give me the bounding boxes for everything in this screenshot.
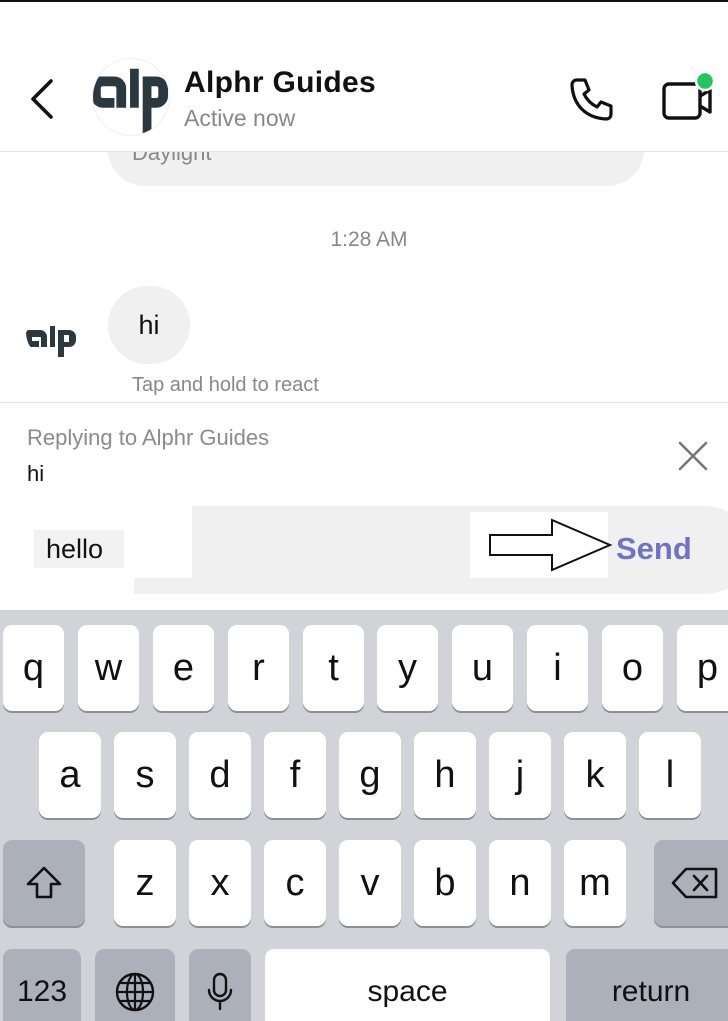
- globe-key[interactable]: [95, 949, 175, 1021]
- reply-label: Replying to Alphr Guides: [27, 425, 270, 450]
- return-key-label: return: [611, 975, 691, 1008]
- key-a[interactable]: a: [39, 732, 101, 818]
- received-message-bubble[interactable]: hi: [108, 286, 190, 364]
- onscreen-keyboard: q w e r t y u i o p a s d f g h j k l z …: [0, 610, 728, 1021]
- shift-icon: [26, 866, 62, 899]
- reply-snippet: hi: [27, 461, 45, 486]
- key-i[interactable]: i: [527, 625, 588, 711]
- online-status-dot: [694, 70, 716, 92]
- key-h[interactable]: h: [414, 732, 476, 818]
- message-avatar: [26, 152, 82, 162]
- key-f[interactable]: f: [264, 732, 326, 818]
- send-button[interactable]: Send: [616, 531, 692, 567]
- dictation-key[interactable]: [189, 949, 251, 1021]
- key-y[interactable]: y: [377, 625, 438, 711]
- compose-row: Send: [0, 502, 728, 610]
- key-o[interactable]: o: [602, 625, 663, 711]
- backspace-icon: [671, 867, 718, 899]
- chevron-left-icon: [31, 79, 53, 119]
- key-r[interactable]: r: [228, 625, 289, 711]
- key-c[interactable]: c: [264, 840, 326, 926]
- key-t[interactable]: t: [303, 625, 364, 711]
- key-b[interactable]: b: [414, 840, 476, 926]
- alphr-logo-icon: [26, 304, 82, 360]
- react-hint: Tap and hold to react: [132, 374, 319, 396]
- alphr-logo-icon: [93, 59, 169, 135]
- microphone-icon: [207, 972, 233, 1011]
- key-l[interactable]: l: [639, 732, 701, 818]
- key-k[interactable]: k: [564, 732, 626, 818]
- message-thread[interactable]: Daylight 1:28 AM hi Tap and hold to reac…: [0, 152, 728, 402]
- message-input[interactable]: [34, 530, 124, 568]
- message-timestamp: 1:28 AM: [330, 228, 408, 251]
- back-button[interactable]: [22, 72, 62, 126]
- numbers-key[interactable]: 123: [3, 949, 81, 1021]
- phone-icon: [570, 78, 613, 121]
- alphr-logo-icon: [26, 152, 82, 162]
- key-g[interactable]: g: [339, 732, 401, 818]
- key-v[interactable]: v: [339, 840, 401, 926]
- shift-key[interactable]: [3, 840, 85, 926]
- delete-key[interactable]: [654, 840, 728, 926]
- arrow-right-icon: [489, 518, 613, 572]
- key-w[interactable]: w: [78, 625, 139, 711]
- annotation-mask: [30, 578, 134, 594]
- key-d[interactable]: d: [189, 732, 251, 818]
- contact-avatar[interactable]: [92, 58, 170, 136]
- key-j[interactable]: j: [489, 732, 551, 818]
- key-e[interactable]: e: [153, 625, 214, 711]
- key-x[interactable]: x: [189, 840, 251, 926]
- space-key-label: space: [367, 975, 448, 1008]
- key-s[interactable]: s: [114, 732, 176, 818]
- chat-header: Alphr Guides Active now: [0, 2, 728, 152]
- key-m[interactable]: m: [564, 840, 626, 926]
- numbers-key-label: 123: [16, 975, 68, 1008]
- previous-message-text: Daylight: [132, 152, 212, 165]
- key-u[interactable]: u: [452, 625, 513, 711]
- close-icon: [678, 441, 708, 471]
- key-p[interactable]: p: [677, 625, 728, 711]
- return-key[interactable]: return: [566, 949, 728, 1021]
- key-z[interactable]: z: [114, 840, 176, 926]
- voice-call-button[interactable]: [564, 72, 618, 126]
- key-n[interactable]: n: [489, 840, 551, 926]
- reply-preview-bar: Replying to Alphr Guides hi: [0, 402, 728, 502]
- globe-icon: [115, 972, 155, 1012]
- video-camera-icon: [662, 70, 716, 120]
- cancel-reply-button[interactable]: [672, 435, 714, 477]
- message-avatar[interactable]: [26, 304, 82, 360]
- contact-name[interactable]: Alphr Guides: [184, 66, 376, 100]
- contact-status: Active now: [184, 105, 296, 131]
- key-q[interactable]: q: [3, 625, 64, 711]
- space-key[interactable]: space: [265, 949, 550, 1021]
- video-call-button[interactable]: [656, 68, 718, 126]
